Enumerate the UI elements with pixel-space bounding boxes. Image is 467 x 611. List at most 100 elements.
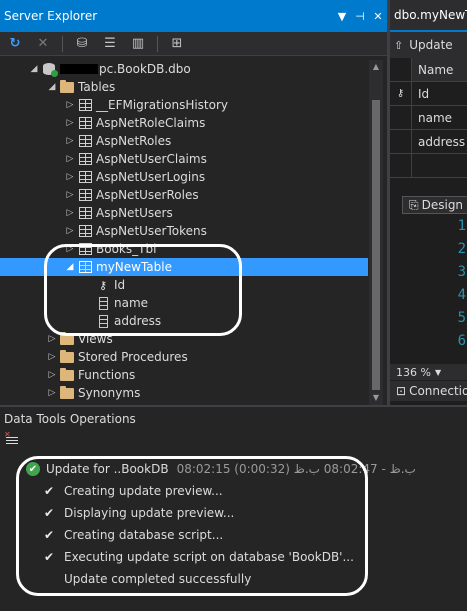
tree-item-column[interactable]: ⚷ Id: [0, 276, 368, 294]
collapsed-arrow-icon[interactable]: ▷: [64, 190, 76, 200]
toolbar-separator: [62, 35, 63, 52]
scroll-down-icon[interactable]: ▼: [369, 391, 383, 405]
collapsed-arrow-icon[interactable]: ▷: [46, 388, 58, 398]
scroll-up-icon[interactable]: ▲: [369, 60, 383, 74]
sharepoint-icon[interactable]: ▥: [129, 36, 147, 52]
tree-item-label: Views: [78, 332, 113, 346]
table-icon: [78, 243, 92, 255]
server-explorer-tree: ◢ pc.BookDB.dbo ◢ Tables ▷ __EFMigration…: [0, 60, 368, 405]
grid-header-row: Name: [390, 58, 467, 82]
collapsed-arrow-icon[interactable]: ▷: [64, 226, 76, 236]
tree-item-table[interactable]: ▷ AspNetRoles: [0, 132, 368, 150]
document-tab[interactable]: dbo.myNewT: [390, 0, 467, 32]
connection-status-bar: ⊡ Connection: [390, 381, 467, 401]
collapsed-arrow-icon[interactable]: ▷: [64, 154, 76, 164]
tree-item-database[interactable]: ◢ pc.BookDB.dbo: [0, 60, 368, 78]
tree-item-table[interactable]: ▷ Books_Tbl: [0, 240, 368, 258]
operation-row[interactable]: ✔ Update for ..BookDB 08:02:15 ب.ظ - 08:…: [26, 458, 416, 480]
row-selector: [390, 58, 412, 81]
tree-item-folder[interactable]: ▷ Stored Procedures: [0, 348, 368, 366]
collapsed-arrow-icon[interactable]: ▷: [46, 370, 58, 380]
collapsed-arrow-icon[interactable]: ▷: [46, 334, 58, 344]
collapsed-arrow-icon[interactable]: ▷: [64, 100, 76, 110]
scroll-thumb[interactable]: [372, 100, 380, 390]
connect-server-icon[interactable]: ☰: [101, 36, 119, 52]
grid-row[interactable]: address: [390, 130, 467, 154]
expanded-arrow-icon[interactable]: ◢: [64, 262, 76, 272]
zoom-level[interactable]: 136 %: [396, 366, 431, 379]
step-label: Creating update preview...: [64, 484, 223, 498]
tree-item-label: Tables: [78, 80, 116, 94]
tree-item-table[interactable]: ▷ AspNetUserClaims: [0, 150, 368, 168]
grid-cell[interactable]: Id: [412, 82, 467, 105]
expanded-arrow-icon[interactable]: ◢: [28, 64, 40, 74]
collapsed-arrow-icon[interactable]: ▷: [64, 136, 76, 146]
collapsed-arrow-icon[interactable]: ▷: [64, 244, 76, 254]
folder-icon: [60, 349, 74, 363]
stop-icon[interactable]: ✕: [34, 36, 52, 52]
tree-item-table[interactable]: ▷ AspNetRoleClaims: [0, 114, 368, 132]
update-button[interactable]: Update: [409, 38, 452, 52]
grid-header-name: Name: [412, 58, 467, 81]
line-number: 2: [457, 241, 466, 257]
tree-item-label: name: [114, 296, 149, 310]
tree-item-folder[interactable]: ▷ Functions: [0, 366, 368, 384]
design-tab[interactable]: ⎘ Design: [402, 196, 467, 214]
success-check-icon: ✔: [26, 462, 40, 476]
grid-cell[interactable]: address: [412, 130, 467, 153]
table-icon: [78, 225, 92, 237]
tree-item-label: AspNetUserClaims: [96, 152, 207, 166]
line-number: 5: [457, 310, 466, 326]
grid-row[interactable]: name: [390, 106, 467, 130]
tree-item-label: __EFMigrationsHistory: [96, 98, 229, 112]
operation-step: ✔ Executing update script on database 'B…: [42, 546, 354, 568]
close-icon[interactable]: ✕: [369, 10, 387, 23]
tree-item-folder[interactable]: ▷ Synonyms: [0, 384, 368, 402]
expanded-arrow-icon[interactable]: ◢: [46, 82, 58, 92]
step-label: Update completed successfully: [64, 572, 252, 586]
tree-item-table[interactable]: ▷ __EFMigrationsHistory: [0, 96, 368, 114]
clear-all-icon[interactable]: [4, 430, 18, 446]
server-explorer-panel: Server Explorer ▼ ⊣ ✕ ↻ ✕ ⛁ ☰ ▥ ⊞ ◢ pc.B…: [0, 0, 387, 405]
grid-row[interactable]: ⚷ Id: [390, 82, 467, 106]
table-icon: [78, 135, 92, 147]
tree-item-table[interactable]: ▷ AspNetUserTokens: [0, 222, 368, 240]
vertical-scrollbar[interactable]: ▲ ▼: [369, 60, 383, 405]
tree-item-label: Id: [114, 278, 126, 292]
pin-icon[interactable]: ⊣: [351, 10, 369, 23]
table-designer-panel: dbo.myNewT ⇧ Update Name ⚷ Id name addre…: [390, 0, 467, 405]
line-number: 4: [457, 287, 466, 303]
collapsed-arrow-icon[interactable]: ▷: [46, 352, 58, 362]
check-icon: ✔: [43, 484, 55, 498]
collapsed-arrow-icon[interactable]: ▷: [64, 118, 76, 128]
tree-item-label: Books_Tbl: [96, 242, 157, 256]
tree-item-column[interactable]: address: [0, 312, 368, 330]
grid-row[interactable]: [390, 154, 467, 178]
filter-icon[interactable]: ⊞: [168, 36, 186, 52]
check-icon: ✔: [43, 528, 55, 542]
tree-item-label: pc.BookDB.dbo: [99, 62, 191, 76]
tree-item-column[interactable]: name: [0, 294, 368, 312]
tree-item-table-selected[interactable]: ◢ myNewTable: [0, 258, 368, 276]
connect-db-icon[interactable]: ⛁: [73, 36, 91, 52]
grid-cell[interactable]: [412, 154, 467, 177]
collapsed-arrow-icon[interactable]: ▷: [64, 208, 76, 218]
key-icon: ⚷: [98, 278, 108, 292]
column-icon: [98, 314, 108, 328]
grid-cell[interactable]: name: [412, 106, 467, 129]
tree-item-folder[interactable]: ▷ Views: [0, 330, 368, 348]
tree-item-table[interactable]: ▷ AspNetUsers: [0, 204, 368, 222]
tree-item-tables[interactable]: ◢ Tables: [0, 78, 368, 96]
tree-item-table[interactable]: ▷ AspNetUserRoles: [0, 186, 368, 204]
collapsed-arrow-icon[interactable]: ▷: [64, 172, 76, 182]
tree-item-label: Stored Procedures: [78, 350, 188, 364]
tree-item-table[interactable]: ▷ AspNetUserLogins: [0, 168, 368, 186]
zoom-control[interactable]: 136 % ▼: [390, 364, 467, 380]
sql-pane[interactable]: 1 2 3 4 5 6: [390, 214, 467, 364]
tree-item-label: Functions: [78, 368, 136, 382]
window-position-dropdown-icon[interactable]: ▼: [333, 10, 351, 23]
chevron-down-icon[interactable]: ▼: [435, 368, 441, 377]
refresh-icon[interactable]: ↻: [6, 36, 24, 52]
folder-icon: [60, 331, 74, 345]
update-arrow-icon: ⇧: [394, 38, 404, 52]
